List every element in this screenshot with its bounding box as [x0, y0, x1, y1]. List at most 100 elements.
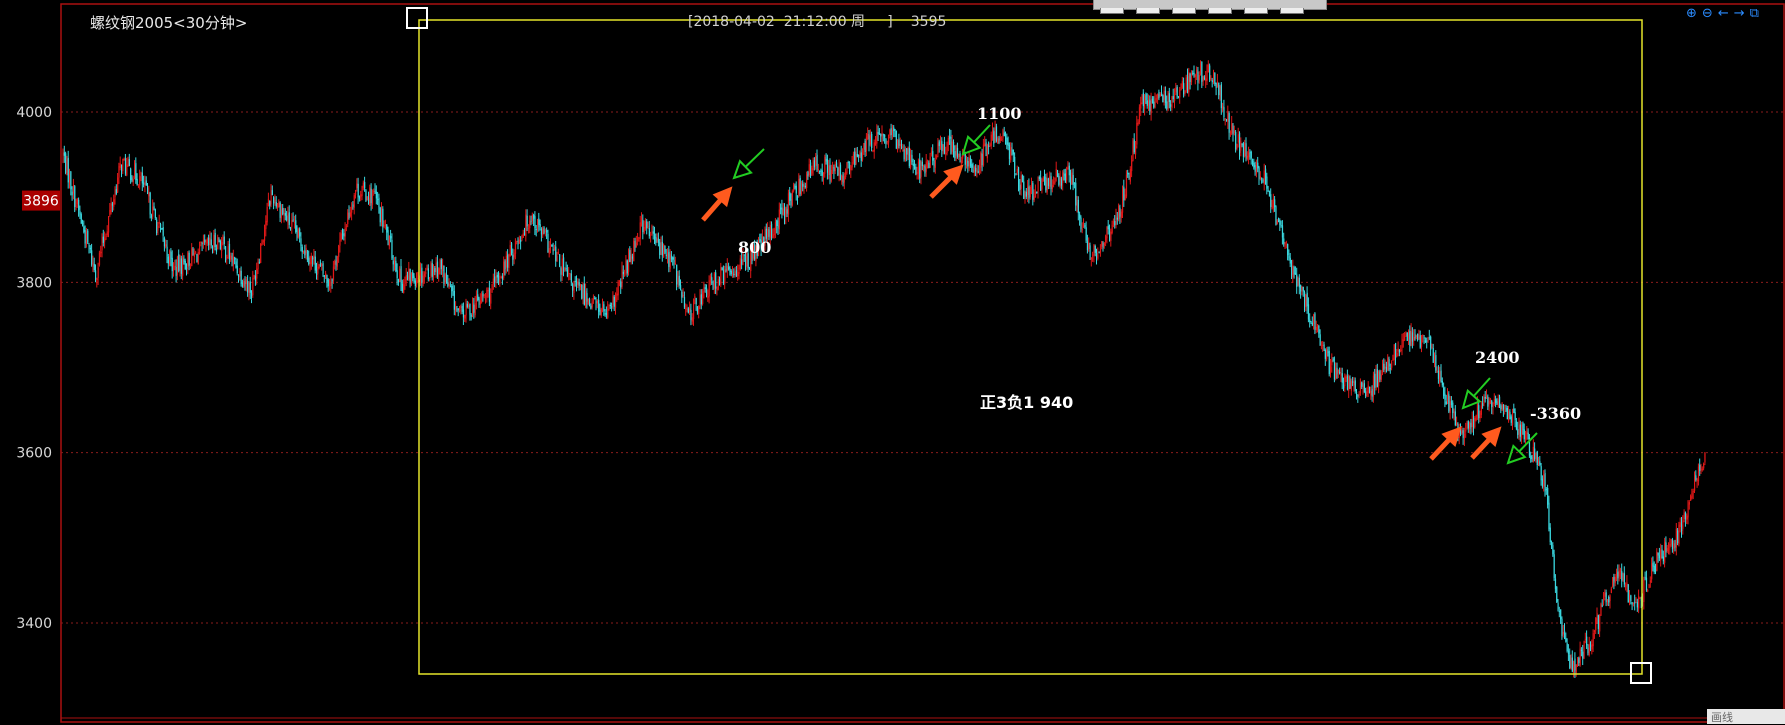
- candle-up: [1335, 367, 1337, 379]
- candle-up: [873, 142, 875, 152]
- candle-up: [444, 274, 446, 283]
- candle-up: [253, 275, 255, 279]
- top-toolbar[interactable]: [1093, 0, 1327, 14]
- toolbar-button[interactable]: [1172, 8, 1196, 14]
- candle-up: [1066, 167, 1068, 181]
- candle-up: [1678, 524, 1680, 545]
- candle-up: [465, 302, 467, 316]
- candle-up: [369, 187, 371, 206]
- candle-down: [807, 172, 809, 176]
- candle-down: [572, 284, 574, 291]
- candle-down: [1176, 86, 1178, 97]
- candle-up: [117, 177, 119, 193]
- candle-down: [594, 297, 596, 300]
- candle-down: [524, 233, 526, 235]
- candle-up: [1427, 337, 1429, 342]
- candle-up: [423, 273, 426, 277]
- candle-up: [1016, 168, 1018, 173]
- candle-down: [1558, 611, 1560, 613]
- draw-line-label[interactable]: 画线: [1707, 709, 1785, 724]
- restore-icon[interactable]: ⧉: [1750, 6, 1761, 21]
- sell-arrow-shaft: [973, 124, 991, 143]
- candle-up: [1198, 75, 1200, 81]
- candle-up: [955, 145, 957, 156]
- candle-up: [460, 306, 462, 308]
- candle-down: [1361, 382, 1363, 387]
- arrow-right-icon[interactable]: →: [1734, 6, 1747, 21]
- candle-down: [284, 213, 286, 216]
- toolbar-button[interactable]: [1100, 8, 1124, 14]
- zoom-out-icon[interactable]: ⊖: [1702, 6, 1715, 21]
- candle-up: [803, 184, 805, 190]
- candle-down: [1417, 333, 1419, 341]
- candle-down: [912, 163, 914, 167]
- candle-up: [1033, 196, 1035, 201]
- candle-down: [1341, 373, 1343, 383]
- candle-down: [326, 274, 328, 282]
- candle-down: [288, 212, 290, 225]
- candle-down: [145, 180, 147, 186]
- candle-down: [234, 257, 236, 260]
- candle-down: [622, 271, 624, 275]
- candle-down: [258, 261, 260, 263]
- candle-down: [178, 254, 180, 271]
- candle-up: [410, 272, 413, 285]
- candle-down: [993, 131, 995, 144]
- candle-down: [456, 306, 458, 308]
- candle-down: [1601, 605, 1603, 607]
- annotation-minus-3360: -3360: [1530, 404, 1582, 423]
- candle-down: [413, 276, 415, 283]
- toolbar-button[interactable]: [1136, 8, 1160, 14]
- box-handle-top-left[interactable]: [406, 7, 428, 29]
- candle-down: [1553, 554, 1555, 578]
- candle-down: [1310, 322, 1312, 324]
- candle-down: [901, 146, 903, 149]
- candle-down: [1519, 424, 1521, 437]
- candle-up: [1436, 371, 1438, 373]
- candle-up: [1415, 335, 1417, 337]
- candle-down: [733, 273, 735, 275]
- arrow-left-icon[interactable]: ←: [1718, 6, 1731, 21]
- candle-up: [108, 217, 110, 233]
- candle-up: [243, 281, 245, 287]
- candle-up: [1240, 141, 1242, 151]
- candle-down: [560, 268, 562, 275]
- candle-down: [1189, 74, 1191, 82]
- candle-up: [685, 308, 687, 310]
- box-handle-bottom-right[interactable]: [1630, 662, 1652, 684]
- candle-up: [960, 160, 962, 164]
- candle-up: [1362, 385, 1364, 389]
- toolbar-button[interactable]: [1280, 8, 1304, 14]
- candle-up: [1163, 90, 1165, 100]
- candle-down: [1424, 340, 1427, 343]
- candle-down: [1070, 177, 1072, 185]
- candle-down: [1187, 75, 1189, 93]
- candle-up: [782, 208, 784, 215]
- candle-up: [1101, 241, 1103, 247]
- candle-up: [1320, 345, 1323, 347]
- candle-up: [1664, 541, 1666, 563]
- candle-down: [1098, 252, 1100, 254]
- candle-up: [591, 301, 593, 308]
- toolbar-button[interactable]: [1208, 8, 1232, 14]
- candle-down: [664, 245, 666, 253]
- candle-up: [1413, 336, 1415, 341]
- candle-up: [738, 271, 740, 274]
- candle-down: [842, 174, 844, 184]
- toolbar-button[interactable]: [1244, 8, 1268, 14]
- zoom-in-icon[interactable]: ⊕: [1686, 6, 1699, 21]
- candle-up: [778, 209, 780, 230]
- candle-down: [1587, 647, 1589, 654]
- candle-up: [927, 162, 929, 164]
- candle-down: [1509, 411, 1511, 420]
- candle-up: [353, 195, 355, 208]
- candle-down: [543, 227, 545, 234]
- candle-up: [643, 226, 645, 234]
- candle-down: [1151, 98, 1154, 104]
- candle-down: [1539, 461, 1541, 466]
- candle-up: [1322, 344, 1324, 346]
- candle-down: [1566, 643, 1568, 651]
- candle-down: [327, 279, 329, 287]
- candle-up: [1648, 584, 1650, 588]
- candle-down: [188, 252, 190, 266]
